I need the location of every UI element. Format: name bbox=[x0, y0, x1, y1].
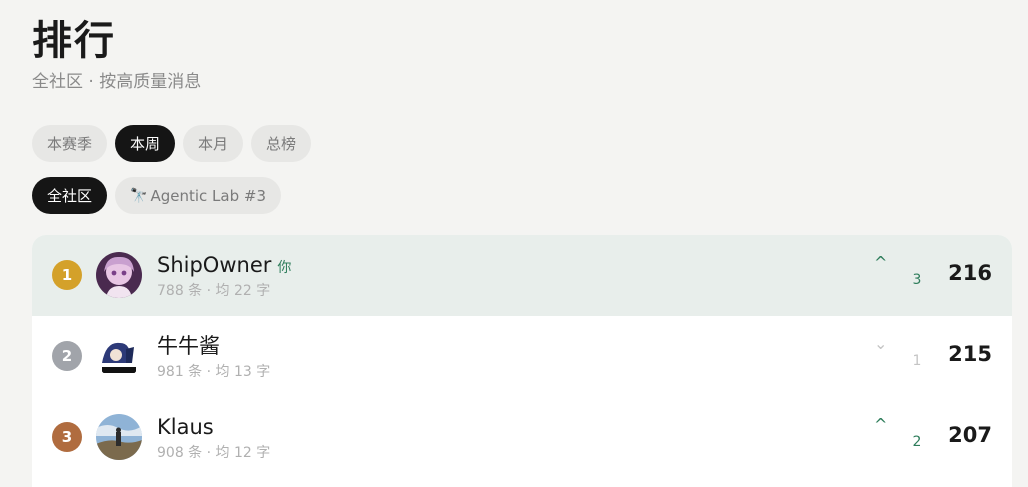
tab-season[interactable]: 本赛季 bbox=[32, 125, 108, 162]
rank-badge: 3 bbox=[52, 422, 82, 452]
page-title: 排行 bbox=[32, 18, 116, 64]
user-stats: 908 条 · 均 12 字 bbox=[157, 445, 271, 461]
score: 207 bbox=[948, 423, 992, 447]
leaderboard-page: 排行 全社区 · 按高质量消息 本赛季 本周 本月 总榜 全社区 🔭 Agent… bbox=[0, 0, 1028, 487]
avatar[interactable] bbox=[96, 414, 142, 460]
user-stats: 788 条 · 均 22 字 bbox=[157, 283, 271, 299]
trend-down-icon: ⌄ bbox=[874, 334, 888, 353]
leaderboard-row[interactable]: 1 ShipOwner 你 788 条 · 均 22 字 ^ 3 216 bbox=[32, 235, 1012, 316]
username[interactable]: ShipOwner bbox=[157, 251, 271, 279]
tab-month[interactable]: 本月 bbox=[183, 125, 244, 162]
leaderboard-list: 1 ShipOwner 你 788 条 · 均 22 字 ^ 3 216 2 牛… bbox=[32, 235, 1012, 487]
avatar[interactable] bbox=[96, 252, 142, 298]
trend-value: 2 bbox=[912, 434, 922, 450]
username[interactable]: 牛牛酱 bbox=[157, 332, 220, 360]
trend-up-icon: ^ bbox=[874, 415, 888, 434]
tab-all-community[interactable]: 全社区 bbox=[32, 177, 108, 214]
rank-badge: 2 bbox=[52, 341, 82, 371]
tab-week[interactable]: 本周 bbox=[115, 125, 176, 162]
telescope-icon: 🔭 bbox=[130, 187, 148, 204]
page-subtitle: 全社区 · 按高质量消息 bbox=[32, 72, 202, 92]
leaderboard-row[interactable]: 2 牛牛酱 981 条 · 均 13 字 ⌄ 1 215 bbox=[32, 316, 1012, 397]
period-tabs: 本赛季 本周 本月 总榜 bbox=[32, 125, 312, 162]
user-stats: 981 条 · 均 13 字 bbox=[157, 364, 271, 380]
score: 216 bbox=[948, 261, 992, 285]
tab-agentic-lab[interactable]: 🔭 Agentic Lab #3 bbox=[115, 177, 281, 214]
tab-all-time[interactable]: 总榜 bbox=[251, 125, 312, 162]
scope-tabs: 全社区 🔭 Agentic Lab #3 bbox=[32, 177, 281, 214]
avatar[interactable] bbox=[96, 333, 142, 379]
rank-badge: 1 bbox=[52, 260, 82, 290]
leaderboard-row[interactable]: 3 Klaus 908 条 · 均 12 字 ^ 2 207 bbox=[32, 397, 1012, 478]
username[interactable]: Klaus bbox=[157, 413, 214, 441]
tab-agentic-lab-label: Agentic Lab #3 bbox=[150, 186, 266, 205]
trend-up-icon: ^ bbox=[874, 253, 888, 272]
trend-value: 3 bbox=[912, 272, 922, 288]
you-tag: 你 bbox=[277, 260, 292, 276]
trend-value: 1 bbox=[912, 353, 922, 369]
score: 215 bbox=[948, 342, 992, 366]
